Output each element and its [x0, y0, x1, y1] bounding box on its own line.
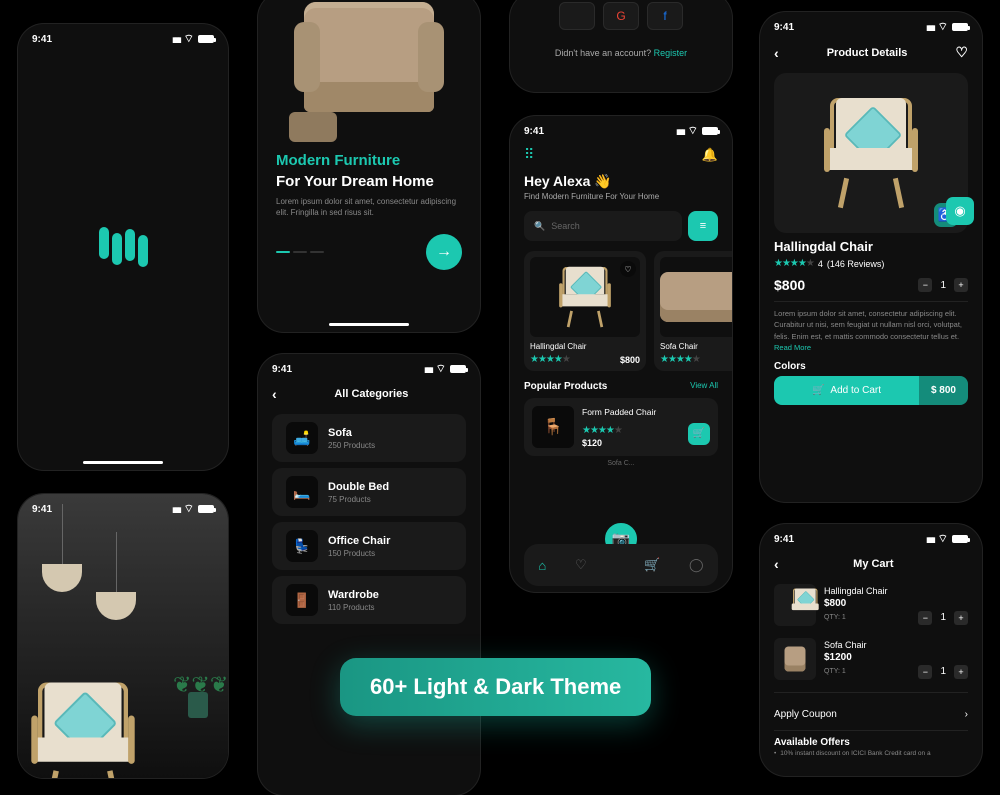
back-button[interactable]: ‹: [272, 386, 277, 402]
colors-label: Colors: [774, 361, 968, 372]
notification-bell-icon[interactable]: 🔔: [702, 147, 718, 163]
cart-icon: 🛒: [812, 385, 824, 396]
qty-minus[interactable]: −: [918, 278, 932, 292]
apply-coupon-row[interactable]: Apply Coupon ›: [760, 699, 982, 730]
next-button[interactable]: →: [426, 234, 462, 270]
cart-screen: 9:41 ‹ My Cart Hallingdal Chair $800 QTY…: [760, 524, 982, 776]
cart-qty-stepper[interactable]: −1+: [918, 611, 968, 625]
search-icon: 🔍: [534, 221, 545, 232]
plant-decoration: [178, 638, 218, 718]
product-rating: ★★★★★ 4 (146 Reviews): [774, 258, 968, 269]
lifestyle-chair-image: [23, 683, 144, 779]
greeting-subtitle: Find Modern Furniture For Your Home: [510, 192, 732, 201]
lifestyle-image-screen: 9:41: [18, 494, 228, 778]
category-item-bed[interactable]: 🛏️ Double Bed75 Products: [272, 468, 466, 516]
popular-product-card[interactable]: 🪑 Form Padded Chair ★★★★★$120 🛒: [524, 398, 718, 456]
product-image: ♿ ◉: [774, 73, 968, 233]
category-item-wardrobe[interactable]: 🚪 Wardrobe110 Products: [272, 576, 466, 624]
categories-screen: 9:41 ‹ All Categories 🛋️ Sofa250 Product…: [258, 354, 480, 795]
product-description: Lorem ipsum dolor sit amet, consectetur …: [774, 308, 968, 353]
onboard-title-main: For Your Dream Home: [276, 173, 462, 190]
menu-grid-icon[interactable]: ⠿: [524, 146, 534, 163]
quantity-stepper[interactable]: − 1 +: [918, 278, 968, 292]
filter-button[interactable]: ≡: [688, 211, 718, 241]
category-item-sofa[interactable]: 🛋️ Sofa250 Products: [272, 414, 466, 462]
bed-icon: 🛏️: [286, 476, 318, 508]
status-time: 9:41: [32, 34, 52, 45]
screen-title: Product Details: [827, 47, 908, 59]
back-button[interactable]: ‹: [774, 556, 779, 572]
cart-item-image: [774, 638, 816, 680]
favorite-button[interactable]: ♡: [955, 44, 968, 61]
app-logo: [99, 231, 148, 263]
category-item-office-chair[interactable]: 💺 Office Chair150 Products: [272, 522, 466, 570]
search-input[interactable]: 🔍Search: [524, 211, 682, 241]
cart-item-sofa: Sofa Chair $1200 QTY: 1 −1+: [760, 632, 982, 686]
popular-header: Popular Products: [524, 381, 607, 392]
nav-cart-icon[interactable]: 🛒: [644, 557, 660, 573]
apple-login-button[interactable]: [559, 2, 595, 30]
cart-item-hallingdal: Hallingdal Chair $800 QTY: 1 −1+: [760, 578, 982, 632]
cart-button-price: $ 800: [919, 376, 968, 405]
facebook-login-button[interactable]: f: [647, 2, 683, 30]
register-prompt: Didn't have an account? Register: [528, 48, 714, 58]
qty-plus[interactable]: +: [954, 278, 968, 292]
status-icons: [172, 32, 214, 46]
popular-product-image: 🪑: [532, 406, 574, 448]
home-indicator: [83, 461, 163, 464]
back-button[interactable]: ‹: [774, 45, 779, 61]
home-screen: 9:41 ⠿ 🔔 Hey Alexa 👋 Find Modern Furnitu…: [510, 116, 732, 592]
product-card-sofa[interactable]: Sofa Chair ★★★★★: [654, 251, 732, 371]
nav-home-icon[interactable]: ⌂: [538, 558, 546, 573]
google-login-button[interactable]: G: [603, 2, 639, 30]
nav-profile-icon[interactable]: ◯: [689, 557, 704, 573]
product-price: $800: [774, 277, 805, 293]
add-to-cart-button[interactable]: 🛒Add to Cart: [774, 376, 919, 405]
card-favorite-icon[interactable]: ♡: [620, 261, 636, 277]
available-offers-header: Available Offers: [760, 731, 982, 750]
ar-view-button[interactable]: ◉: [946, 197, 974, 225]
onboard-description: Lorem ipsum dolor sit amet, consectetur …: [276, 196, 462, 218]
page-indicator-dots: [276, 251, 324, 253]
splash-screen: 9:41: [18, 24, 228, 470]
sofa-icon: 🛋️: [286, 422, 318, 454]
home-indicator: [329, 323, 409, 326]
screen-title: All Categories: [334, 388, 408, 400]
product-card-hallingdal[interactable]: ♡ Hallingdal Chair ★★★★★ $800: [524, 251, 646, 371]
login-social-snippet: G f Didn't have an account? Register: [510, 0, 732, 92]
hero-armchair-image: [289, 0, 449, 142]
view-all-link[interactable]: View All: [690, 381, 718, 392]
read-more-link[interactable]: Read More: [774, 343, 811, 352]
pendant-lamp-icon: [96, 592, 136, 620]
office-chair-icon: 💺: [286, 530, 318, 562]
product-details-screen: 9:41 ‹ Product Details ♡ ♿ ◉ Hallingdal …: [760, 12, 982, 502]
screen-title: My Cart: [853, 558, 893, 570]
onboarding-screen: Modern Furniture For Your Dream Home Lor…: [258, 0, 480, 332]
cart-qty-stepper[interactable]: −1+: [918, 665, 968, 679]
quick-add-cart-button[interactable]: 🛒: [688, 423, 710, 445]
greeting-text: Hey Alexa 👋: [510, 167, 732, 192]
promo-badge: 60+ Light & Dark Theme: [340, 658, 651, 716]
onboard-title-accent: Modern Furniture: [276, 152, 462, 169]
register-link[interactable]: Register: [654, 48, 688, 58]
bottom-navigation: ⌂ ♡ 🛒 ◯: [524, 544, 718, 586]
chevron-right-icon: ›: [965, 709, 968, 720]
pendant-lamp-icon: [42, 564, 82, 592]
wardrobe-icon: 🚪: [286, 584, 318, 616]
nav-favorites-icon[interactable]: ♡: [575, 557, 587, 573]
cart-item-image: [774, 584, 816, 626]
product-name: Hallingdal Chair: [774, 239, 968, 254]
